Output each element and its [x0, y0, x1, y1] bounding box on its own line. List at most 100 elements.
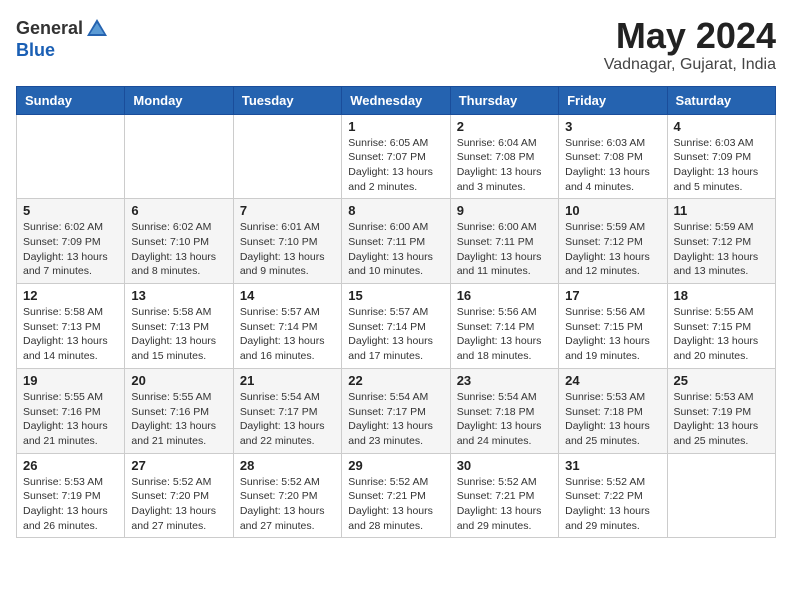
day-info: Sunrise: 5:52 AM Sunset: 7:21 PM Dayligh…: [348, 475, 443, 534]
day-number: 24: [565, 373, 660, 388]
day-info: Sunrise: 5:57 AM Sunset: 7:14 PM Dayligh…: [240, 305, 335, 364]
calendar-cell: 7 Sunrise: 6:01 AM Sunset: 7:10 PM Daylig…: [233, 199, 341, 284]
day-info: Sunrise: 5:53 AM Sunset: 7:19 PM Dayligh…: [674, 390, 769, 449]
day-number: 30: [457, 458, 552, 473]
day-number: 1: [348, 119, 443, 134]
calendar-cell: 5 Sunrise: 6:02 AM Sunset: 7:09 PM Daylig…: [17, 199, 125, 284]
calendar-cell: 22 Sunrise: 5:54 AM Sunset: 7:17 PM Dayli…: [342, 368, 450, 453]
day-number: 6: [131, 203, 226, 218]
day-info: Sunrise: 5:52 AM Sunset: 7:20 PM Dayligh…: [131, 475, 226, 534]
day-number: 14: [240, 288, 335, 303]
calendar-cell: 11 Sunrise: 5:59 AM Sunset: 7:12 PM Dayli…: [667, 199, 775, 284]
day-info: Sunrise: 6:03 AM Sunset: 7:09 PM Dayligh…: [674, 136, 769, 195]
day-number: 21: [240, 373, 335, 388]
day-info: Sunrise: 5:54 AM Sunset: 7:18 PM Dayligh…: [457, 390, 552, 449]
logo: General Blue: [16, 16, 109, 61]
calendar: SundayMondayTuesdayWednesdayThursdayFrid…: [16, 86, 776, 539]
day-info: Sunrise: 5:56 AM Sunset: 7:14 PM Dayligh…: [457, 305, 552, 364]
day-info: Sunrise: 5:53 AM Sunset: 7:19 PM Dayligh…: [23, 475, 118, 534]
logo-blue-text: Blue: [16, 40, 55, 61]
calendar-cell: [125, 114, 233, 199]
calendar-cell: 4Sunrise: 6:03 AM Sunset: 7:09 PM Daylig…: [667, 114, 775, 199]
calendar-cell: 15 Sunrise: 5:57 AM Sunset: 7:14 PM Dayli…: [342, 284, 450, 369]
calendar-cell: 30Sunrise: 5:52 AM Sunset: 7:21 PM Dayli…: [450, 453, 558, 538]
day-number: 9: [457, 203, 552, 218]
calendar-cell: 9 Sunrise: 6:00 AM Sunset: 7:11 PM Daylig…: [450, 199, 558, 284]
logo-icon: [85, 16, 109, 40]
day-number: 29: [348, 458, 443, 473]
weekday-header: Wednesday: [342, 86, 450, 114]
calendar-cell: 1Sunrise: 6:05 AM Sunset: 7:07 PM Daylig…: [342, 114, 450, 199]
day-number: 11: [674, 203, 769, 218]
day-info: Sunrise: 5:58 AM Sunset: 7:13 PM Dayligh…: [23, 305, 118, 364]
calendar-cell: 12Sunrise: 5:58 AM Sunset: 7:13 PM Dayli…: [17, 284, 125, 369]
calendar-week-row: 5 Sunrise: 6:02 AM Sunset: 7:09 PM Daylig…: [17, 199, 776, 284]
calendar-week-row: 12Sunrise: 5:58 AM Sunset: 7:13 PM Dayli…: [17, 284, 776, 369]
day-number: 27: [131, 458, 226, 473]
calendar-week-row: 19Sunrise: 5:55 AM Sunset: 7:16 PM Dayli…: [17, 368, 776, 453]
calendar-cell: 8Sunrise: 6:00 AM Sunset: 7:11 PM Daylig…: [342, 199, 450, 284]
day-info: Sunrise: 5:54 AM Sunset: 7:17 PM Dayligh…: [348, 390, 443, 449]
day-info: Sunrise: 6:02 AM Sunset: 7:09 PM Dayligh…: [23, 220, 118, 279]
day-number: 15: [348, 288, 443, 303]
day-number: 22: [348, 373, 443, 388]
calendar-cell: 18Sunrise: 5:55 AM Sunset: 7:15 PM Dayli…: [667, 284, 775, 369]
calendar-cell: 2Sunrise: 6:04 AM Sunset: 7:08 PM Daylig…: [450, 114, 558, 199]
weekday-header: Sunday: [17, 86, 125, 114]
calendar-cell: 3 Sunrise: 6:03 AM Sunset: 7:08 PM Daylig…: [559, 114, 667, 199]
day-info: Sunrise: 6:00 AM Sunset: 7:11 PM Dayligh…: [457, 220, 552, 279]
calendar-cell: 27 Sunrise: 5:52 AM Sunset: 7:20 PM Dayli…: [125, 453, 233, 538]
day-info: Sunrise: 6:01 AM Sunset: 7:10 PM Dayligh…: [240, 220, 335, 279]
day-info: Sunrise: 5:57 AM Sunset: 7:14 PM Dayligh…: [348, 305, 443, 364]
day-info: Sunrise: 6:00 AM Sunset: 7:11 PM Dayligh…: [348, 220, 443, 279]
day-number: 28: [240, 458, 335, 473]
location: Vadnagar, Gujarat, India: [604, 56, 776, 74]
weekday-header: Thursday: [450, 86, 558, 114]
calendar-cell: 24 Sunrise: 5:53 AM Sunset: 7:18 PM Dayli…: [559, 368, 667, 453]
day-number: 26: [23, 458, 118, 473]
day-info: Sunrise: 5:52 AM Sunset: 7:22 PM Dayligh…: [565, 475, 660, 534]
calendar-cell: 10Sunrise: 5:59 AM Sunset: 7:12 PM Dayli…: [559, 199, 667, 284]
weekday-header: Saturday: [667, 86, 775, 114]
weekday-header: Friday: [559, 86, 667, 114]
day-number: 10: [565, 203, 660, 218]
day-number: 31: [565, 458, 660, 473]
day-number: 23: [457, 373, 552, 388]
calendar-cell: 16 Sunrise: 5:56 AM Sunset: 7:14 PM Dayli…: [450, 284, 558, 369]
day-info: Sunrise: 5:58 AM Sunset: 7:13 PM Dayligh…: [131, 305, 226, 364]
calendar-cell: 20Sunrise: 5:55 AM Sunset: 7:16 PM Dayli…: [125, 368, 233, 453]
day-number: 13: [131, 288, 226, 303]
day-info: Sunrise: 6:03 AM Sunset: 7:08 PM Dayligh…: [565, 136, 660, 195]
calendar-cell: 21 Sunrise: 5:54 AM Sunset: 7:17 PM Dayli…: [233, 368, 341, 453]
calendar-cell: 19Sunrise: 5:55 AM Sunset: 7:16 PM Dayli…: [17, 368, 125, 453]
calendar-cell: 6 Sunrise: 6:02 AM Sunset: 7:10 PM Daylig…: [125, 199, 233, 284]
day-info: Sunrise: 6:04 AM Sunset: 7:08 PM Dayligh…: [457, 136, 552, 195]
calendar-cell: 28 Sunrise: 5:52 AM Sunset: 7:20 PM Dayli…: [233, 453, 341, 538]
day-number: 7: [240, 203, 335, 218]
day-info: Sunrise: 5:59 AM Sunset: 7:12 PM Dayligh…: [674, 220, 769, 279]
weekday-header: Tuesday: [233, 86, 341, 114]
calendar-header-row: SundayMondayTuesdayWednesdayThursdayFrid…: [17, 86, 776, 114]
day-info: Sunrise: 5:55 AM Sunset: 7:16 PM Dayligh…: [23, 390, 118, 449]
day-number: 18: [674, 288, 769, 303]
title-area: May 2024 Vadnagar, Gujarat, India: [604, 16, 776, 74]
calendar-cell: [17, 114, 125, 199]
calendar-cell: 14 Sunrise: 5:57 AM Sunset: 7:14 PM Dayli…: [233, 284, 341, 369]
calendar-cell: 26 Sunrise: 5:53 AM Sunset: 7:19 PM Dayli…: [17, 453, 125, 538]
header: General Blue May 2024 Vadnagar, Gujarat,…: [16, 16, 776, 74]
day-info: Sunrise: 5:53 AM Sunset: 7:18 PM Dayligh…: [565, 390, 660, 449]
day-number: 17: [565, 288, 660, 303]
calendar-week-row: 1Sunrise: 6:05 AM Sunset: 7:07 PM Daylig…: [17, 114, 776, 199]
day-number: 16: [457, 288, 552, 303]
day-info: Sunrise: 5:52 AM Sunset: 7:20 PM Dayligh…: [240, 475, 335, 534]
calendar-cell: 29 Sunrise: 5:52 AM Sunset: 7:21 PM Dayli…: [342, 453, 450, 538]
month-year: May 2024: [604, 16, 776, 56]
logo-general-text: General: [16, 18, 83, 39]
calendar-cell: 25 Sunrise: 5:53 AM Sunset: 7:19 PM Dayli…: [667, 368, 775, 453]
day-number: 5: [23, 203, 118, 218]
day-info: Sunrise: 5:54 AM Sunset: 7:17 PM Dayligh…: [240, 390, 335, 449]
day-number: 3: [565, 119, 660, 134]
day-info: Sunrise: 6:02 AM Sunset: 7:10 PM Dayligh…: [131, 220, 226, 279]
day-number: 25: [674, 373, 769, 388]
day-number: 20: [131, 373, 226, 388]
